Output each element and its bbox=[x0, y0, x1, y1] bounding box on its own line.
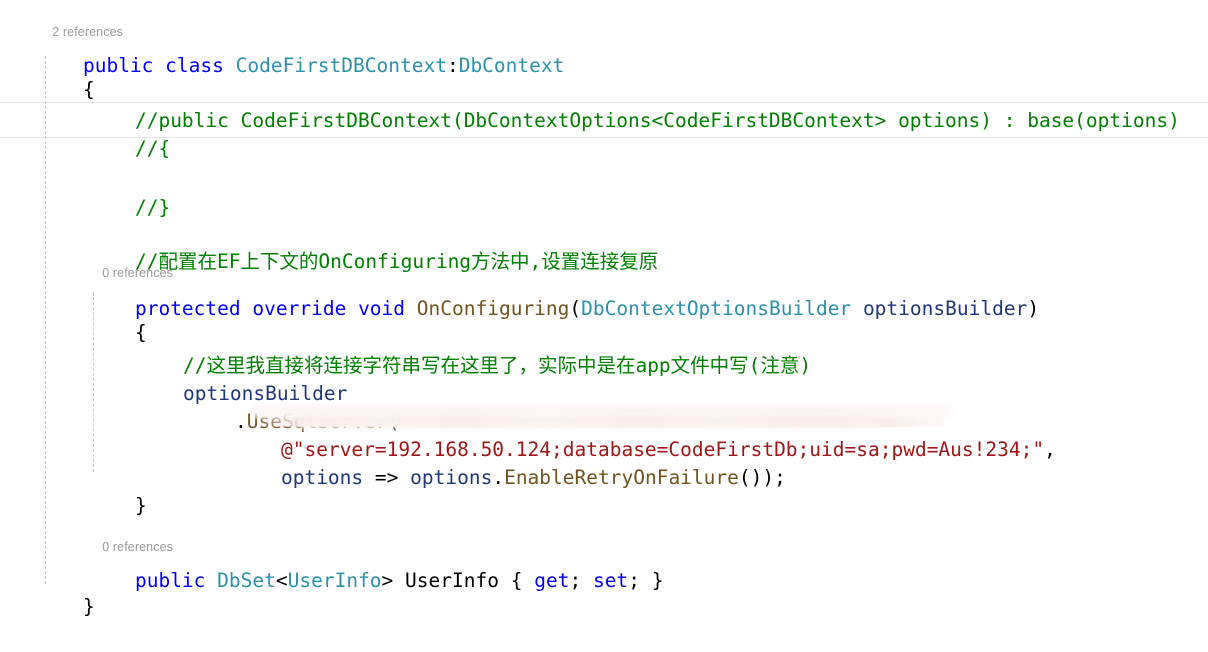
line-commented-close-brace: //} bbox=[0, 163, 1208, 219]
code-editor-surface[interactable]: //...... 2 references public class CodeF… bbox=[0, 0, 1208, 618]
line-class-close-brace: } bbox=[0, 562, 1208, 618]
codelens-method-references[interactable]: 0 references bbox=[88, 246, 173, 280]
clipped-top-comment-line: //...... bbox=[0, 0, 1208, 6]
line-method-close-brace: } bbox=[0, 461, 1208, 517]
method-close-brace: } bbox=[134, 494, 147, 517]
line-commented-constructor: //public CodeFirstDBContext(DbContextOpt… bbox=[0, 76, 1208, 132]
line-optionsbuilder-identifier: optionsBuilder bbox=[0, 349, 1208, 405]
line-comment-connectionstring: //这里我直接将连接字符串写在这里了，实际中是在app文件中写(注意) bbox=[0, 321, 1208, 377]
line-class-open-brace: { bbox=[0, 45, 1208, 101]
line-usesqlserver-call: .UseSqlServer( bbox=[0, 377, 1208, 433]
line-connection-string: @"server=192.168.50.124;database=CodeFir… bbox=[0, 405, 1208, 461]
line-comment-onconfiguring: //配置在EF上下文的OnConfiguring方法中,设置连接复原 bbox=[0, 217, 1208, 273]
line-retry-lambda: options => options.EnableRetryOnFailure(… bbox=[0, 433, 1208, 489]
line-commented-open-brace: //{ bbox=[0, 104, 1208, 160]
commented-close-brace-text: //} bbox=[134, 196, 171, 219]
line-method-open-brace: { bbox=[0, 288, 1208, 344]
commented-open-brace-text: //{ bbox=[134, 137, 171, 160]
class-close-brace: } bbox=[82, 595, 95, 618]
